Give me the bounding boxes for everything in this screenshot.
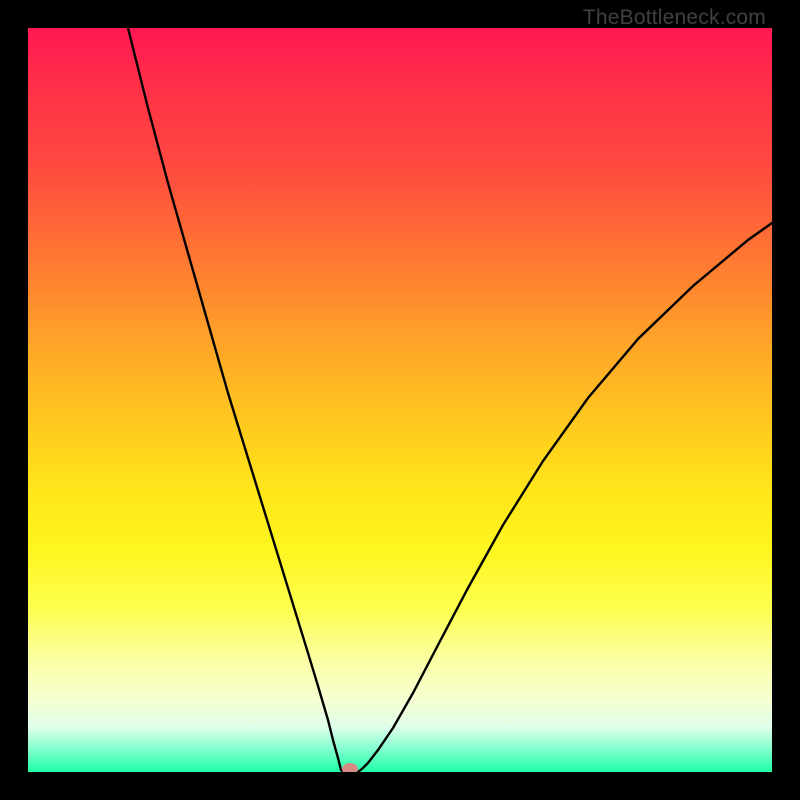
chart-frame: TheBottleneck.com: [0, 0, 800, 800]
bottleneck-curve-right: [358, 223, 772, 772]
chart-svg: [28, 28, 772, 772]
vertex-marker: [342, 763, 358, 772]
watermark-text: TheBottleneck.com: [583, 6, 766, 30]
bottleneck-curve-left: [128, 28, 344, 772]
plot-area: [28, 28, 772, 772]
